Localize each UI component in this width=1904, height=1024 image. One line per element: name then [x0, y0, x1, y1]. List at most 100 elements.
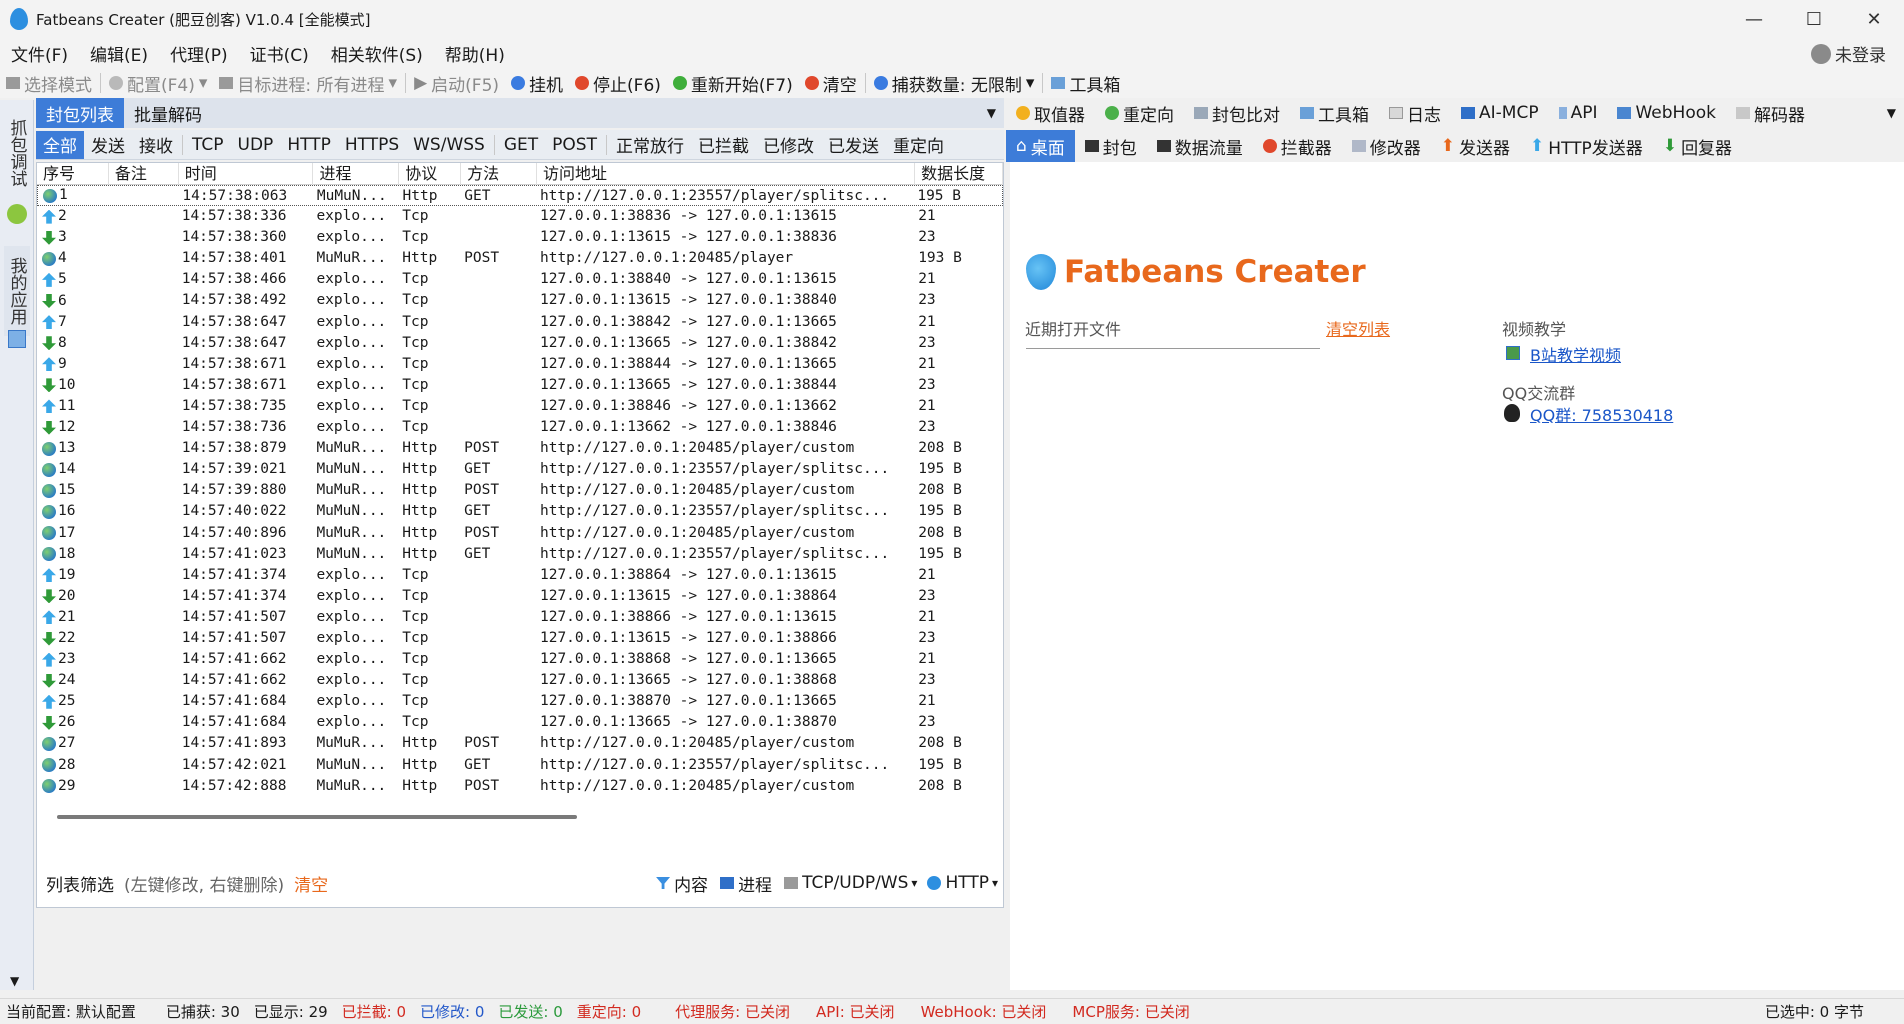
- capture-count-button[interactable]: 捕获数量: 无限制 ▾: [868, 71, 1041, 96]
- table-row[interactable]: 17 14:57:40:896 MuMuR... Http POST http://127…: [37, 523, 1003, 544]
- filter-passed[interactable]: 正常放行: [609, 131, 691, 159]
- table-row[interactable]: 24 14:57:41:662 explo... Tcp 127.0.0.1:13665…: [37, 670, 1003, 691]
- filter-tcp[interactable]: TCP: [185, 131, 231, 159]
- table-row[interactable]: 28 14:57:42:021 MuMuN... Http GET http://127.…: [37, 755, 1003, 776]
- filter-tcp-udp-ws-button[interactable]: TCP/UDP/WS ▾: [784, 873, 917, 893]
- ai-mcp-button[interactable]: AI-MCP: [1451, 103, 1549, 123]
- column-header-note[interactable]: 备注: [109, 163, 179, 185]
- tab-replier[interactable]: ⬇ 回复器: [1653, 130, 1742, 162]
- filter-send[interactable]: 发送: [84, 131, 132, 159]
- table-row[interactable]: 4 14:57:38:401 MuMuR... Http POST http://127.…: [37, 248, 1003, 269]
- tab-data-flow[interactable]: 数据流量: [1147, 130, 1253, 162]
- filter-http-button[interactable]: HTTP ▾: [927, 873, 998, 893]
- table-row[interactable]: 15 14:57:39:880 MuMuR... Http POST http://127…: [37, 480, 1003, 501]
- filter-redirect[interactable]: 重定向: [886, 131, 951, 159]
- filter-all[interactable]: 全部: [36, 130, 84, 159]
- filter-http[interactable]: HTTP: [280, 131, 338, 159]
- filter-receive[interactable]: 接收: [132, 131, 180, 159]
- chevron-down-icon[interactable]: ▼: [987, 106, 996, 120]
- table-row[interactable]: 10 14:57:38:671 explo... Tcp 127.0.0.1:13665…: [37, 375, 1003, 396]
- redirect-button[interactable]: 重定向: [1095, 101, 1184, 126]
- stop-button[interactable]: 停止(F6): [569, 71, 667, 96]
- table-row[interactable]: 7 14:57:38:647 explo... Tcp 127.0.0.1:38842 …: [37, 312, 1003, 333]
- tab-packet[interactable]: 封包: [1075, 130, 1147, 162]
- tab-batch-decode[interactable]: 批量解码: [124, 98, 212, 128]
- menu-edit[interactable]: 编辑(E): [79, 41, 159, 66]
- value-extractor-button[interactable]: 取值器: [1006, 101, 1095, 126]
- table-row[interactable]: 6 14:57:38:492 explo... Tcp 127.0.0.1:13615 …: [37, 290, 1003, 311]
- tab-desktop[interactable]: ⌂ 桌面: [1006, 130, 1075, 162]
- table-row[interactable]: 27 14:57:41:893 MuMuR... Http POST http://127…: [37, 733, 1003, 754]
- right-toolbox-button[interactable]: 工具箱: [1290, 101, 1379, 126]
- column-header-time[interactable]: 时间: [179, 163, 314, 185]
- table-row[interactable]: 18 14:57:41:023 MuMuN... Http GET http://127.…: [37, 544, 1003, 565]
- tab-http-sender[interactable]: ⬆ HTTP发送器: [1520, 130, 1653, 162]
- packet-compare-button[interactable]: 封包比对: [1184, 101, 1290, 126]
- horizontal-scrollbar[interactable]: [57, 815, 577, 819]
- chevron-down-icon[interactable]: ▼: [10, 974, 19, 988]
- filter-https[interactable]: HTTPS: [338, 131, 406, 159]
- table-row[interactable]: 2 14:57:38:336 explo... Tcp 127.0.0.1:38836 …: [37, 206, 1003, 227]
- table-row[interactable]: 21 14:57:41:507 explo... Tcp 127.0.0.1:38866…: [37, 607, 1003, 628]
- table-row[interactable]: 25 14:57:41:684 explo... Tcp 127.0.0.1:38870…: [37, 691, 1003, 712]
- menu-proxy[interactable]: 代理(P): [159, 41, 239, 66]
- table-row[interactable]: 14 14:57:39:021 MuMuN... Http GET http://127.…: [37, 459, 1003, 480]
- webhook-button[interactable]: WebHook: [1607, 103, 1726, 123]
- filter-get[interactable]: GET: [497, 131, 545, 159]
- column-header-length[interactable]: 数据长度: [915, 163, 1003, 185]
- minimize-button[interactable]: —: [1724, 0, 1784, 38]
- table-row[interactable]: 29 14:57:42:888 MuMuR... Http POST http://127…: [37, 776, 1003, 797]
- table-row[interactable]: 11 14:57:38:735 explo... Tcp 127.0.0.1:38846…: [37, 396, 1003, 417]
- table-row[interactable]: 13 14:57:38:879 MuMuR... Http POST http://127…: [37, 438, 1003, 459]
- menu-help[interactable]: 帮助(H): [434, 41, 516, 66]
- filter-sent[interactable]: 已发送: [821, 131, 886, 159]
- config-button[interactable]: 配置(F4) ▾: [103, 71, 213, 96]
- start-button[interactable]: ▶ 启动(F5): [408, 71, 505, 96]
- filter-content-button[interactable]: 内容: [656, 871, 708, 896]
- filter-process-button[interactable]: 进程: [720, 871, 772, 896]
- table-row[interactable]: 12 14:57:38:736 explo... Tcp 127.0.0.1:13662…: [37, 417, 1003, 438]
- qq-group-link[interactable]: QQ群: 758530418: [1530, 402, 1673, 426]
- menu-related-software[interactable]: 相关软件(S): [320, 41, 434, 66]
- table-row[interactable]: 9 14:57:38:671 explo... Tcp 127.0.0.1:38844 …: [37, 354, 1003, 375]
- my-apps-tab[interactable]: 我的应用: [4, 246, 30, 336]
- table-row[interactable]: 16 14:57:40:022 MuMuN... Http GET http://127.…: [37, 501, 1003, 522]
- list-filter-clear-link[interactable]: 清空: [294, 871, 328, 896]
- target-process-button[interactable]: 目标进程: 所有进程 ▾: [213, 71, 403, 96]
- table-row[interactable]: 23 14:57:41:662 explo... Tcp 127.0.0.1:38868…: [37, 649, 1003, 670]
- table-row[interactable]: 3 14:57:38:360 explo... Tcp 127.0.0.1:13615 …: [37, 227, 1003, 248]
- clear-list-link[interactable]: 清空列表: [1326, 316, 1390, 340]
- table-row[interactable]: 20 14:57:41:374 explo... Tcp 127.0.0.1:13615…: [37, 586, 1003, 607]
- api-button[interactable]: API: [1549, 103, 1608, 123]
- column-header-id[interactable]: 序号: [37, 163, 109, 185]
- table-row[interactable]: 26 14:57:41:684 explo... Tcp 127.0.0.1:13665…: [37, 712, 1003, 733]
- table-row[interactable]: 5 14:57:38:466 explo... Tcp 127.0.0.1:38840 …: [37, 269, 1003, 290]
- column-header-url[interactable]: 访问地址: [537, 163, 916, 185]
- filter-udp[interactable]: UDP: [231, 131, 281, 159]
- table-row[interactable]: 1 14:57:38:063 MuMuN... Http GET http://127.0…: [37, 185, 1003, 207]
- menu-file[interactable]: 文件(F): [0, 41, 79, 66]
- filter-intercepted[interactable]: 已拦截: [691, 131, 756, 159]
- filter-modified[interactable]: 已修改: [756, 131, 821, 159]
- restart-button[interactable]: 重新开始(F7): [667, 71, 799, 96]
- select-mode-button[interactable]: 选择模式: [0, 71, 98, 96]
- log-button[interactable]: 日志: [1379, 101, 1451, 126]
- tab-modifier[interactable]: 修改器: [1342, 130, 1431, 162]
- video-tutorial-link[interactable]: B站教学视频: [1530, 342, 1621, 366]
- clear-button[interactable]: 清空: [799, 71, 863, 96]
- maximize-button[interactable]: ☐: [1784, 0, 1844, 38]
- decoder-button[interactable]: 解码器: [1726, 101, 1815, 126]
- capture-debug-tab[interactable]: 抓包调试: [4, 108, 30, 198]
- tab-packet-list[interactable]: 封包列表: [36, 98, 124, 128]
- filter-post[interactable]: POST: [545, 131, 604, 159]
- menu-certificate[interactable]: 证书(C): [239, 41, 320, 66]
- column-header-process[interactable]: 进程: [313, 163, 400, 185]
- filter-ws-wss[interactable]: WS/WSS: [406, 131, 492, 159]
- table-row[interactable]: 19 14:57:41:374 explo... Tcp 127.0.0.1:38864…: [37, 565, 1003, 586]
- toolbox-button[interactable]: 工具箱: [1045, 71, 1126, 96]
- column-header-method[interactable]: 方法: [461, 163, 537, 185]
- hang-button[interactable]: 挂机: [505, 71, 569, 96]
- tab-sender[interactable]: ⬆ 发送器: [1431, 130, 1520, 162]
- table-row[interactable]: 8 14:57:38:647 explo... Tcp 127.0.0.1:13665 …: [37, 333, 1003, 354]
- table-row[interactable]: 22 14:57:41:507 explo... Tcp 127.0.0.1:13615…: [37, 628, 1003, 649]
